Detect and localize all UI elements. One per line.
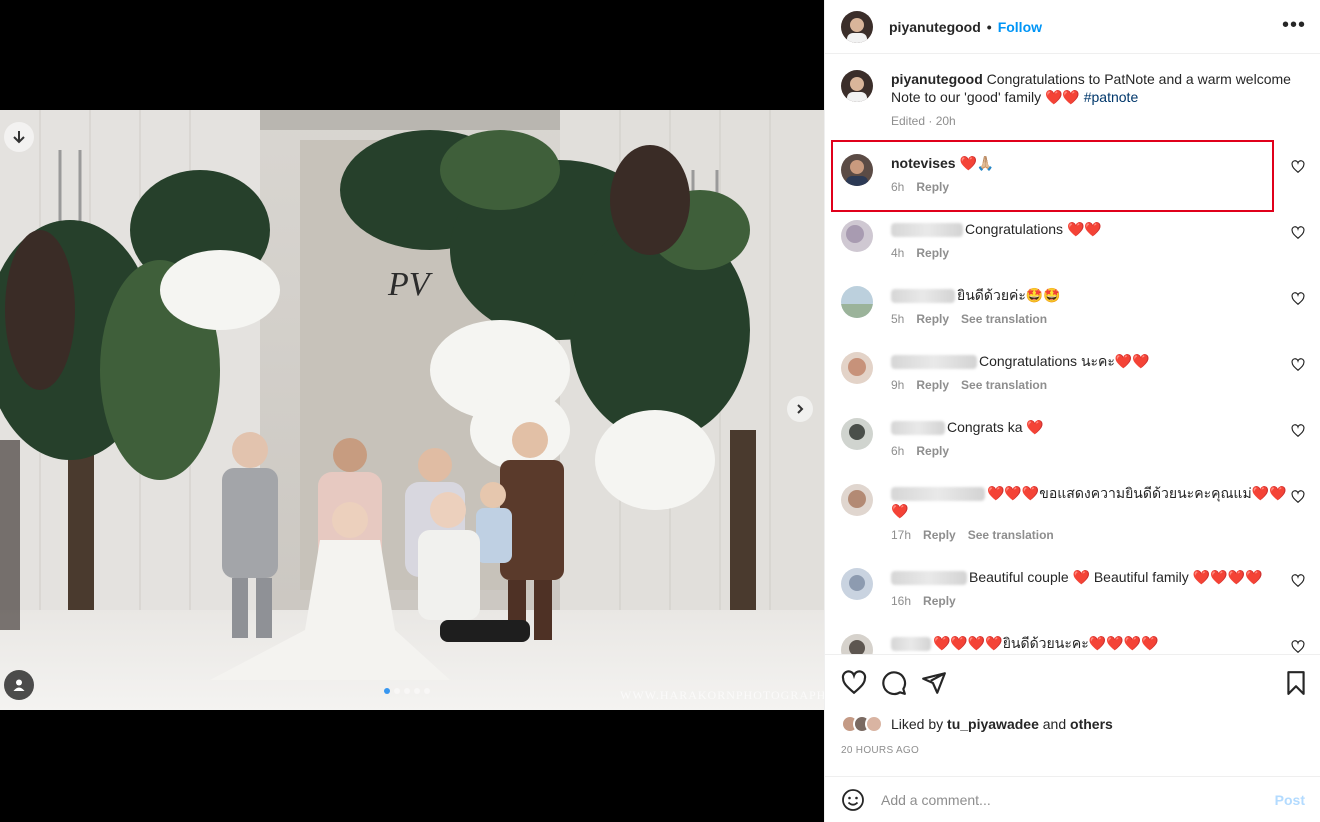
like-comment-icon[interactable] <box>1291 490 1305 504</box>
comment-text: Beautiful couple ❤️ Beautiful family ❤️❤… <box>969 569 1263 585</box>
like-comment-icon[interactable] <box>1291 640 1305 654</box>
carousel-dot <box>404 688 410 694</box>
comment-username[interactable]: notevises <box>891 155 956 171</box>
post-header: piyanutegood • Follow ••• <box>825 0 1320 54</box>
comment-time: 6h <box>891 180 905 194</box>
commenter-avatar[interactable] <box>841 154 873 186</box>
reply-button[interactable]: Reply <box>916 178 949 196</box>
see-translation-button[interactable]: See translation <box>961 376 1047 394</box>
media-viewer: PV WWW.HARAKORNPHOTOGRAPH <box>0 0 824 822</box>
commenter-avatar[interactable] <box>841 568 873 600</box>
reply-button[interactable]: Reply <box>916 244 949 262</box>
author-username[interactable]: piyanutegood <box>889 19 981 35</box>
carousel-dot <box>414 688 420 694</box>
blurred-username <box>891 487 985 502</box>
post-details-panel: piyanutegood • Follow ••• piyanutegood C… <box>824 0 1320 822</box>
commenter-avatar[interactable] <box>841 352 873 384</box>
author-avatar[interactable] <box>841 70 873 102</box>
comment-input[interactable] <box>881 791 1261 808</box>
chevron-right-icon <box>797 404 804 414</box>
heart-icon[interactable] <box>841 670 867 696</box>
comment-time: 4h <box>891 246 905 260</box>
blurred-username <box>891 637 931 652</box>
caption-username[interactable]: piyanutegood <box>891 71 983 87</box>
comment-text: Congrats ka ❤️ <box>947 419 1044 435</box>
comment-text: ❤️🙏🏼 <box>959 155 995 171</box>
likes-text: Liked by tu_piyawadee and others <box>891 716 1113 732</box>
more-options-icon[interactable]: ••• <box>1282 15 1306 35</box>
arrow-down-icon <box>13 131 25 144</box>
blurred-username <box>891 289 955 304</box>
comment-text: Congratulations ❤️❤️ <box>965 221 1102 237</box>
wedding-family-photo: PV <box>0 110 824 710</box>
action-bar <box>841 670 1307 696</box>
comment-text: Congratulations นะคะ❤️❤️ <box>979 353 1150 369</box>
likes-summary: Liked by tu_piyawadee and others <box>841 715 1113 733</box>
post-timestamp[interactable]: 20 HOURS AGO <box>841 745 919 756</box>
carousel-dot <box>384 688 390 694</box>
comment-text: ❤️❤️❤️❤️ยินดีด้วยนะคะ❤️❤️❤️❤️ <box>933 635 1159 651</box>
liker-username[interactable]: tu_piyawadee <box>947 716 1039 732</box>
reply-button[interactable]: Reply <box>923 526 956 544</box>
user-icon <box>13 679 25 691</box>
like-comment-icon[interactable] <box>1291 574 1305 588</box>
post-comment-button[interactable]: Post <box>1275 792 1305 808</box>
see-translation-button[interactable]: See translation <box>961 310 1047 328</box>
separator-dot: • <box>986 18 992 35</box>
likes-and: and <box>1042 716 1067 732</box>
like-comment-icon[interactable] <box>1291 358 1305 372</box>
commenter-avatar[interactable] <box>841 634 873 654</box>
photo-watermark: WWW.HARAKORNPHOTOGRAPHY.COM <box>620 688 824 702</box>
reply-button[interactable]: Reply <box>916 442 949 460</box>
reply-button[interactable]: Reply <box>923 592 956 610</box>
caption-hashtag[interactable]: #patnote <box>1084 89 1139 105</box>
carousel-dot <box>394 688 400 694</box>
blurred-username <box>891 421 945 436</box>
blurred-username <box>891 355 977 370</box>
reply-button[interactable]: Reply <box>916 376 949 394</box>
carousel-next-button[interactable] <box>787 396 813 422</box>
reply-button[interactable]: Reply <box>916 310 949 328</box>
comment-time: 9h <box>891 378 905 392</box>
like-comment-icon[interactable] <box>1291 424 1305 438</box>
comment-icon[interactable] <box>881 670 907 696</box>
commenter-avatar[interactable] <box>841 418 873 450</box>
svg-text:PV: PV <box>387 266 434 303</box>
bookmark-icon[interactable] <box>1283 670 1309 696</box>
comment-text: ยินดีด้วยค่ะ🤩🤩 <box>957 287 1061 303</box>
caption-edited: Edited · 20h <box>891 114 956 128</box>
liker-avatar <box>865 715 883 733</box>
carousel-dot <box>424 688 430 694</box>
see-translation-button[interactable]: See translation <box>968 526 1054 544</box>
blurred-username <box>891 571 967 586</box>
share-icon[interactable] <box>921 670 947 696</box>
emoji-icon[interactable] <box>841 788 865 812</box>
post-photo[interactable]: PV WWW.HARAKORNPHOTOGRAPH <box>0 110 824 710</box>
comment-time: 6h <box>891 444 905 458</box>
comments-list[interactable]: piyanutegood Congratulations to PatNote … <box>825 54 1320 654</box>
author-avatar[interactable] <box>841 10 873 43</box>
add-comment-bar: Post <box>825 776 1320 822</box>
commenter-avatar[interactable] <box>841 220 873 252</box>
like-comment-icon[interactable] <box>1291 292 1305 306</box>
download-button[interactable] <box>4 122 34 152</box>
likes-prefix: Liked by <box>891 716 944 732</box>
post-actions: Liked by tu_piyawadee and others 20 HOUR… <box>825 654 1320 784</box>
tagged-users-button[interactable] <box>4 670 34 700</box>
comment-time: 17h <box>891 528 912 542</box>
commenter-avatar[interactable] <box>841 286 873 318</box>
comment-time: 5h <box>891 312 905 326</box>
like-comment-icon[interactable] <box>1291 226 1305 240</box>
like-comment-icon[interactable] <box>1291 160 1305 174</box>
follow-button[interactable]: Follow <box>998 19 1042 35</box>
blurred-username <box>891 223 963 238</box>
liker-avatars[interactable] <box>841 715 883 733</box>
commenter-avatar[interactable] <box>841 484 873 516</box>
likes-others-link[interactable]: others <box>1070 716 1113 732</box>
carousel-indicator <box>384 688 430 694</box>
comment-time: 16h <box>891 594 912 608</box>
